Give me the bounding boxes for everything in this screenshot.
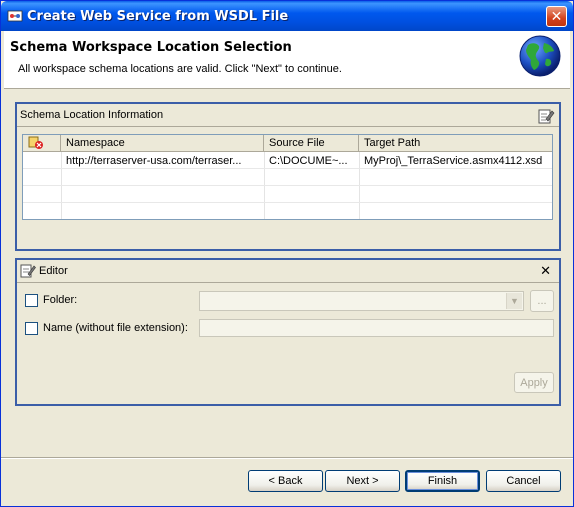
name-checkbox[interactable] xyxy=(25,322,38,335)
schema-table[interactable]: Namespace Source File Target Path http:/… xyxy=(22,134,553,220)
table-row[interactable]: http://terraserver-usa.com/terraser... C… xyxy=(23,153,552,169)
cancel-button[interactable]: Cancel xyxy=(486,470,561,492)
target-path-cell: MyProj\_TerraService.asmx4112.xsd xyxy=(364,155,543,167)
close-icon: ✕ xyxy=(550,8,563,24)
page-description: All workspace schema locations are valid… xyxy=(18,63,342,75)
next-button[interactable]: Next > xyxy=(325,470,400,492)
editor-close-button[interactable]: ✕ xyxy=(540,263,551,279)
table-row-empty xyxy=(23,187,552,203)
edit-document-icon[interactable] xyxy=(537,107,555,125)
name-label: Name (without file extension): xyxy=(43,322,188,334)
button-bar-separator xyxy=(1,457,573,459)
schema-group-label: Schema Location Information xyxy=(20,109,164,121)
schema-location-group: Schema Location Information Namespace So… xyxy=(15,102,561,251)
name-input[interactable] xyxy=(199,319,554,337)
wizard-banner: Schema Workspace Location Selection All … xyxy=(4,31,570,89)
finish-button[interactable]: Finish xyxy=(405,470,480,492)
column-header-namespace[interactable]: Namespace xyxy=(61,135,264,152)
source-file-cell: C:\DOCUME~... xyxy=(269,155,348,167)
folder-combo[interactable]: ▼ xyxy=(199,291,524,311)
folder-checkbox[interactable] xyxy=(25,294,38,307)
namespace-cell: http://terraserver-usa.com/terraser... xyxy=(66,155,242,167)
close-icon: ✕ xyxy=(540,263,551,278)
browse-folder-button[interactable]: ... xyxy=(530,290,554,312)
title-bar[interactable]: Create Web Service from WSDL File ✕ xyxy=(1,1,573,31)
back-button[interactable]: < Back xyxy=(248,470,323,492)
column-header-status[interactable] xyxy=(23,135,61,152)
column-header-source-file[interactable]: Source File xyxy=(264,135,359,152)
error-marker-icon xyxy=(28,136,43,149)
table-header: Namespace Source File Target Path xyxy=(23,135,552,152)
globe-icon xyxy=(519,35,561,77)
table-row-empty xyxy=(23,204,552,219)
editor-icon xyxy=(20,264,36,278)
window-title: Create Web Service from WSDL File xyxy=(27,9,289,24)
group-separator xyxy=(17,126,559,127)
page-title: Schema Workspace Location Selection xyxy=(10,40,292,55)
apply-button[interactable]: Apply xyxy=(514,372,554,393)
folder-label: Folder: xyxy=(43,294,78,306)
editor-group: Editor ✕ Folder: ▼ ... Name (without fil… xyxy=(15,258,561,406)
chevron-down-icon[interactable]: ▼ xyxy=(506,293,522,309)
dialog-window: Create Web Service from WSDL File ✕ Sche… xyxy=(0,0,574,507)
column-header-target-path[interactable]: Target Path xyxy=(359,135,552,152)
app-icon xyxy=(7,10,23,22)
window-close-button[interactable]: ✕ xyxy=(546,6,567,27)
group-separator xyxy=(17,282,559,283)
editor-label: Editor xyxy=(39,265,68,277)
table-row-empty xyxy=(23,170,552,186)
